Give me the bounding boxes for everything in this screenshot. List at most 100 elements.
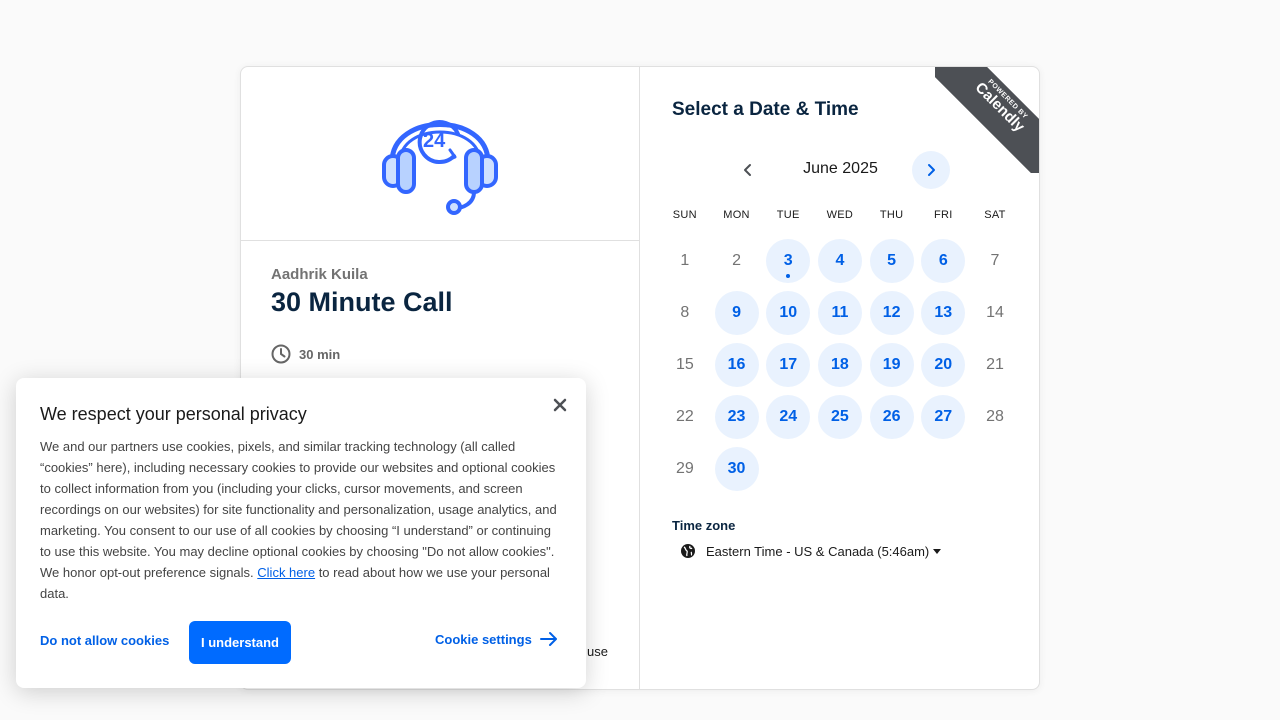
day-number: 24 <box>766 395 811 439</box>
available-day-button[interactable]: 25 <box>814 391 866 443</box>
timezone-select[interactable]: Eastern Time - US & Canada (5:46am) <box>680 543 942 559</box>
available-day-button[interactable]: 6 <box>917 235 969 287</box>
available-day-button[interactable]: 16 <box>711 339 763 391</box>
available-day-button[interactable]: 4 <box>814 235 866 287</box>
arrow-right-icon <box>539 632 557 646</box>
day-number: 2 <box>732 252 741 269</box>
weekday-label: WED <box>826 209 854 221</box>
chevron-left-icon <box>744 164 751 176</box>
day-number: 11 <box>817 291 862 335</box>
day-number: 30 <box>714 447 759 491</box>
available-day-button[interactable]: 9 <box>711 287 763 339</box>
event-title: 30 Minute Call <box>271 287 453 317</box>
do-not-allow-cookies-button[interactable]: Do not allow cookies <box>40 633 169 648</box>
weekday-label: TUE <box>776 209 800 221</box>
day-number: 9 <box>714 291 759 335</box>
timezone-label: Time zone <box>672 518 736 533</box>
chevron-right-icon <box>928 164 935 176</box>
day-number: 13 <box>921 291 966 335</box>
day-number: 19 <box>869 343 914 387</box>
unavailable-day: 29 <box>659 443 711 495</box>
calendar-week: 8 9 10 11 12 13 14 <box>659 287 1021 339</box>
svg-text:24: 24 <box>423 130 446 152</box>
day-number: 10 <box>766 291 811 335</box>
day-number: 16 <box>714 343 759 387</box>
unavailable-day: 14 <box>969 287 1021 339</box>
calendar-week: 15 16 17 18 19 20 21 <box>659 339 1021 391</box>
calendar-week: 1 2 3456 7 <box>659 235 1021 287</box>
day-number: 25 <box>817 395 862 439</box>
event-duration: 30 min <box>271 344 340 364</box>
globe-icon <box>681 544 695 558</box>
available-day-button[interactable]: 3 <box>762 235 814 287</box>
calendar-weeks: 1 2 3 4 5 6 7 8 9 10 11 12 13 14 15 16 17 18 19 20 21 22 23 24 2… <box>659 235 1021 495</box>
cookie-title: We respect your personal privacy <box>40 404 307 424</box>
day-number: 12 <box>869 291 914 335</box>
day-number: 4 <box>817 239 862 283</box>
day-number: 28 <box>986 408 1004 425</box>
cookie-body: We and our partners use cookies, pixels,… <box>40 436 564 604</box>
day-number: 21 <box>986 356 1004 373</box>
day-number: 29 <box>675 460 694 477</box>
weekday-label: SUN <box>672 209 697 221</box>
weekday-label: FRI <box>933 209 953 221</box>
available-day-button[interactable]: 17 <box>762 339 814 391</box>
unavailable-day: 1 <box>659 235 711 287</box>
cookie-policy-link[interactable]: Click here <box>257 565 315 580</box>
available-day-button[interactable]: 24 <box>762 391 814 443</box>
day-number: 18 <box>817 343 862 387</box>
available-day-button[interactable]: 23 <box>711 391 763 443</box>
close-icon <box>553 398 567 412</box>
day-number: 14 <box>986 304 1004 321</box>
day-number: 26 <box>869 395 914 439</box>
previous-month-button[interactable] <box>729 151 767 189</box>
month-label: June 2025 <box>803 160 878 177</box>
calendar-week: 22 23 24 25 26 27 28 <box>659 391 1021 443</box>
host-name: Aadhrik Kuila <box>271 266 368 283</box>
available-day-button[interactable]: 12 <box>866 287 918 339</box>
cookie-settings-button[interactable]: Cookie settings <box>435 631 558 647</box>
available-day-button[interactable]: 18 <box>814 339 866 391</box>
day-number: 6 <box>921 239 966 283</box>
weekday-header: SUN MON TUE WED THU FRI SAT <box>659 209 1021 227</box>
available-day-button[interactable]: 27 <box>917 391 969 443</box>
day-number: 27 <box>921 395 966 439</box>
duration-label: 30 min <box>299 346 341 362</box>
weekday-label: SAT <box>984 209 1006 221</box>
unavailable-day: 7 <box>969 235 1021 287</box>
weekday-label: THU <box>879 209 904 221</box>
close-cookie-button[interactable] <box>550 395 570 415</box>
available-day-button[interactable]: 5 <box>866 235 918 287</box>
day-number: 20 <box>921 343 966 387</box>
available-day-button[interactable]: 30 <box>711 443 763 495</box>
unavailable-day: 2 <box>711 235 763 287</box>
calendar-week: 29 30 <box>659 443 1021 495</box>
day-number: 17 <box>766 343 811 387</box>
unavailable-day: 15 <box>659 339 711 391</box>
cookie-consent-banner: We respect your personal privacy We and … <box>16 378 586 688</box>
caret-down-icon <box>933 548 942 554</box>
month-navigation: June 2025 <box>640 151 1039 189</box>
next-month-button[interactable] <box>912 151 950 189</box>
cookie-body-text: We and our partners use cookies, pixels,… <box>40 439 557 580</box>
available-day-button[interactable]: 13 <box>917 287 969 339</box>
select-date-title: Select a Date & Time <box>672 99 859 120</box>
i-understand-button[interactable]: I understand <box>189 621 291 664</box>
ribbon-powered-by: POWERED BY <box>986 78 1029 121</box>
day-number: 5 <box>869 239 914 283</box>
day-number: 8 <box>680 304 690 321</box>
timezone-value: Eastern Time - US & Canada (5:46am) <box>706 543 930 559</box>
cookie-settings-label: Cookie settings <box>435 631 532 647</box>
available-day-button[interactable]: 19 <box>866 339 918 391</box>
weekday-label: MON <box>723 209 750 221</box>
available-day-button[interactable]: 10 <box>762 287 814 339</box>
available-day-button[interactable]: 20 <box>917 339 969 391</box>
partial-description-text: use <box>587 644 608 659</box>
available-day-button[interactable]: 26 <box>866 391 918 443</box>
day-number: 22 <box>675 408 694 425</box>
clock-icon <box>271 344 291 364</box>
day-number: 23 <box>714 395 759 439</box>
unavailable-day: 21 <box>969 339 1021 391</box>
available-day-button[interactable]: 11 <box>814 287 866 339</box>
day-number: 1 <box>680 252 690 269</box>
